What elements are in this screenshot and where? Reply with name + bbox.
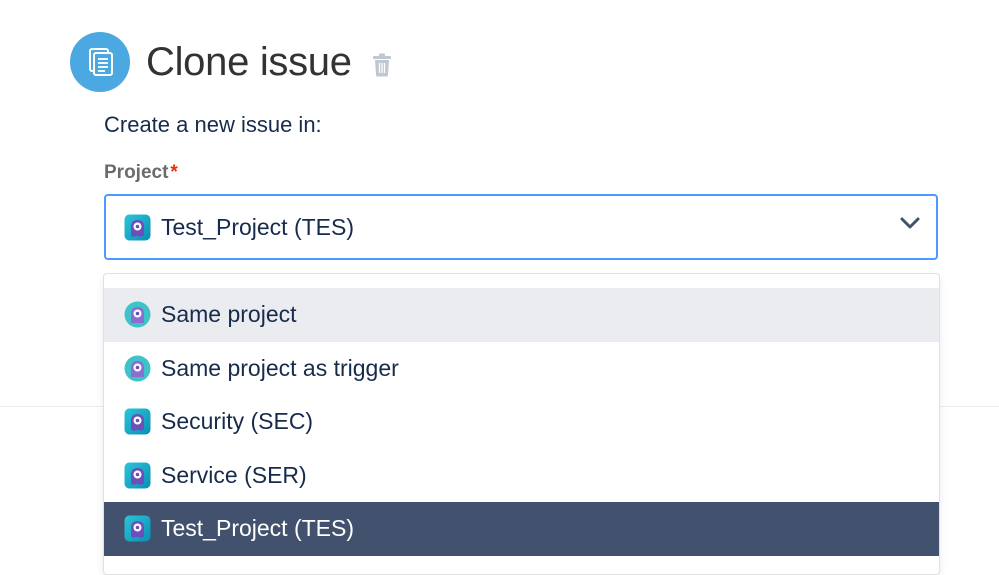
project-square-icon [124,515,151,542]
project-options-list: Same project Same project as trigger Sec… [104,288,939,556]
project-label-text: Project [104,162,169,183]
project-square-icon [124,214,151,241]
option-label: Test_Project (TES) [161,515,354,542]
option-same-project[interactable]: Same project [104,288,939,342]
project-round-icon [124,355,151,382]
option-label: Same project [161,301,297,328]
chevron-down-icon[interactable] [900,216,920,235]
page-title: Clone issue [146,40,352,84]
clone-documents-icon [70,32,130,92]
option-service[interactable]: Service (SER) [104,449,939,503]
option-label: Same project as trigger [161,354,399,381]
option-label: Service (SER) [161,461,307,488]
project-square-icon [124,408,151,435]
option-security[interactable]: Security (SEC) [104,395,939,449]
intro-text: Create a new issue in: [104,112,322,137]
project-dropdown-menu: Same project Same project as trigger Sec… [103,273,940,575]
header: Clone issue [70,32,392,92]
project-round-icon [124,301,151,328]
trash-icon[interactable] [372,53,392,77]
option-same-project-as-trigger[interactable]: Same project as trigger [104,342,939,396]
option-label: Security (SEC) [161,408,314,435]
project-square-icon [124,462,151,489]
required-marker: * [170,162,178,183]
project-select[interactable]: Test_Project (TES) [104,194,938,260]
project-field-label: Project * [104,162,178,184]
option-test-project[interactable]: Test_Project (TES) [104,502,939,556]
selected-project-value: Test_Project (TES) [161,213,354,240]
